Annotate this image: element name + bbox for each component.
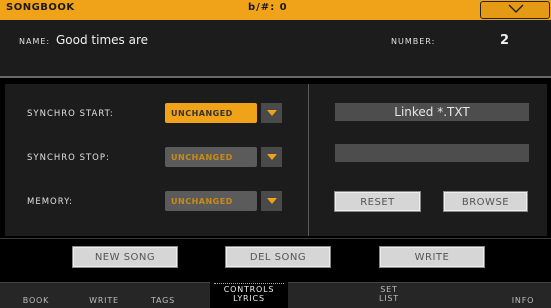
song-name-field[interactable]: Good times are — [56, 33, 148, 47]
memory-label: MEMORY: — [27, 197, 74, 207]
new-song-button[interactable]: NEW SONG — [73, 247, 177, 267]
triangle-down-icon — [266, 154, 277, 160]
panel-divider — [308, 84, 309, 236]
page-menu-button[interactable] — [480, 1, 550, 19]
synchro-stop-dropdown-button[interactable] — [261, 147, 282, 167]
triangle-down-icon — [266, 198, 277, 204]
chevron-down-icon — [508, 4, 524, 13]
tab-tags[interactable]: TAGS — [140, 282, 186, 308]
tab-write[interactable]: WRITE — [80, 282, 128, 308]
tab-set-list[interactable]: SET LIST — [366, 282, 412, 308]
song-header — [0, 20, 551, 78]
synchro-stop-label: SYNCHRO STOP: — [27, 153, 110, 163]
active-tab-indicator — [214, 283, 284, 284]
synchro-start-dropdown-button[interactable] — [261, 103, 282, 123]
number-label: NUMBER: — [391, 37, 436, 46]
memory-dropdown-button[interactable] — [261, 191, 282, 211]
app-title: SONGBOOK — [6, 2, 75, 13]
name-label: NAME: — [19, 37, 51, 46]
tab-controls-lyrics-line2: LYRICS — [233, 293, 265, 303]
reset-button[interactable]: RESET — [335, 192, 420, 211]
linked-txt-label: Linked *.TXT — [335, 103, 529, 121]
synchro-stop-dropdown[interactable]: UNCHANGED — [165, 147, 257, 167]
tab-set-list-line2: LIST — [379, 293, 399, 303]
synchro-start-dropdown[interactable]: UNCHANGED — [165, 103, 257, 123]
del-song-button[interactable]: DEL SONG — [226, 247, 330, 267]
tab-controls-lyrics[interactable]: CONTROLS LYRICS — [210, 282, 288, 308]
memory-dropdown[interactable]: UNCHANGED — [165, 191, 257, 211]
tab-book[interactable]: BOOK — [14, 282, 58, 308]
song-number-field[interactable]: 2 — [500, 33, 509, 48]
linked-txt-path-field[interactable] — [335, 144, 529, 162]
browse-button[interactable]: BROWSE — [444, 192, 527, 211]
tab-controls-lyrics-line1: CONTROLS — [223, 284, 275, 294]
synchro-start-label: SYNCHRO START: — [27, 109, 114, 119]
tab-set-list-line1: SET — [380, 284, 398, 294]
triangle-down-icon — [266, 110, 277, 116]
tab-info[interactable]: INFO — [500, 282, 546, 308]
transpose-indicator: b/#: 0 — [248, 2, 288, 13]
write-button[interactable]: WRITE — [380, 247, 484, 267]
